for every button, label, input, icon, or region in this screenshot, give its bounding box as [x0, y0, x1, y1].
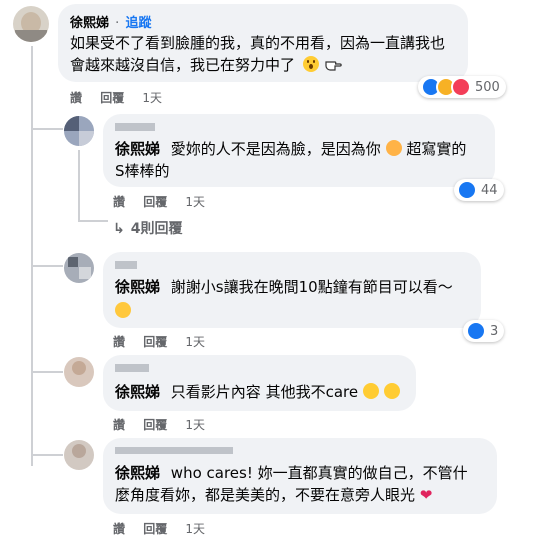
heart-icon: [451, 77, 471, 97]
reaction-summary[interactable]: 500: [418, 76, 506, 98]
thread-connector: [78, 220, 108, 222]
reaction-count: 3: [490, 323, 499, 339]
red-heart-icon: ❤: [419, 486, 433, 504]
thread-connector: [31, 265, 63, 267]
comment-text: 麼角度看妳，都是美美的，不要在意旁人眼光: [115, 486, 416, 504]
tagged-author[interactable]: 徐熙娣: [115, 278, 160, 296]
timestamp[interactable]: 1天: [185, 522, 205, 536]
like-button[interactable]: 讚: [113, 335, 125, 349]
reply-arrow-icon: ↳: [113, 221, 125, 237]
thread-connector: [31, 454, 63, 456]
avatar[interactable]: [64, 116, 94, 146]
thread-connector: [31, 46, 33, 466]
follow-link[interactable]: 追蹤: [125, 16, 151, 31]
reaction-count: 44: [481, 182, 498, 198]
comment-bubble: 徐熙娣 · 追蹤 如果受不了看到臉腫的我，真的不用看，因為一直講我也 會越來越沒…: [58, 4, 468, 82]
tagged-author[interactable]: 徐熙娣: [115, 383, 160, 401]
reaction-summary[interactable]: 3: [463, 320, 505, 342]
pointing-hand-icon: [324, 56, 344, 78]
tagged-author[interactable]: 徐熙娣: [115, 140, 160, 158]
comment-text: who cares! 妳一直都真實的做自己，不管什: [170, 464, 468, 482]
avatar[interactable]: [64, 357, 94, 387]
comment-text: S棒棒的: [115, 162, 170, 180]
more-replies-label: 4則回覆: [130, 221, 183, 237]
comment-bubble: 徐熙娣 只看影片內容 其他我不care: [103, 355, 416, 411]
surprised-emoji-icon: [302, 56, 319, 72]
censored-author: [115, 447, 233, 454]
grinning-emoji-icon: [383, 383, 400, 399]
comment-text: 如果受不了看到臉腫的我，真的不用看，因為一直講我也: [70, 34, 446, 52]
timestamp[interactable]: 1天: [185, 195, 205, 209]
comment-text: 謝謝小s讓我在晚間10點鐘有節目可以看～: [170, 278, 453, 296]
dot-separator: ·: [115, 16, 120, 31]
censored-author: [115, 123, 155, 131]
timestamp[interactable]: 1天: [142, 91, 162, 105]
comment-text: 超寫實的: [406, 140, 467, 158]
like-icon: [457, 180, 477, 200]
censored-author: [115, 364, 149, 372]
reply-button[interactable]: 回覆: [100, 91, 124, 105]
thread-connector: [78, 150, 80, 220]
comment-bubble: 徐熙娣 愛妳的人不是因為臉，是因為你 超寫實的 S棒棒的: [103, 114, 495, 187]
like-button[interactable]: 讚: [70, 91, 82, 105]
comment-bubble: 徐熙娣 who cares! 妳一直都真實的做自己，不管什 麼角度看妳，都是美美…: [103, 438, 497, 514]
reply-button[interactable]: 回覆: [143, 195, 167, 209]
reply-button[interactable]: 回覆: [143, 335, 167, 349]
comment-bubble: 徐熙娣 謝謝小s讓我在晚間10點鐘有節目可以看～: [103, 252, 481, 328]
reaction-summary[interactable]: 44: [454, 179, 504, 201]
timestamp[interactable]: 1天: [185, 418, 205, 432]
smiling-hearts-emoji-icon: [115, 302, 131, 318]
view-replies-link[interactable]: ↳ 4則回覆: [113, 218, 182, 238]
avatar[interactable]: [13, 6, 49, 42]
thread-connector: [31, 371, 63, 373]
reply-button[interactable]: 回覆: [143, 418, 167, 432]
heart-kiss-emoji-icon: [385, 140, 402, 156]
like-button[interactable]: 讚: [113, 522, 125, 536]
avatar[interactable]: [64, 253, 94, 283]
comment-text: 只看影片內容 其他我不care: [170, 383, 359, 401]
reply-button[interactable]: 回覆: [143, 522, 167, 536]
comment-text: 愛妳的人不是因為臉，是因為你: [170, 140, 381, 158]
author-name[interactable]: 徐熙娣: [70, 16, 109, 31]
censored-author: [115, 261, 137, 269]
like-icon: [466, 321, 486, 341]
avatar[interactable]: [64, 440, 94, 470]
like-button[interactable]: 讚: [113, 418, 125, 432]
timestamp[interactable]: 1天: [185, 335, 205, 349]
grinning-emoji-icon: [362, 383, 379, 399]
like-button[interactable]: 讚: [113, 195, 125, 209]
tagged-author[interactable]: 徐熙娣: [115, 464, 160, 482]
reaction-count: 500: [475, 79, 500, 95]
thread-connector: [31, 128, 63, 130]
comment-text: 會越來越沒自信，我已在努力中了: [70, 56, 296, 74]
